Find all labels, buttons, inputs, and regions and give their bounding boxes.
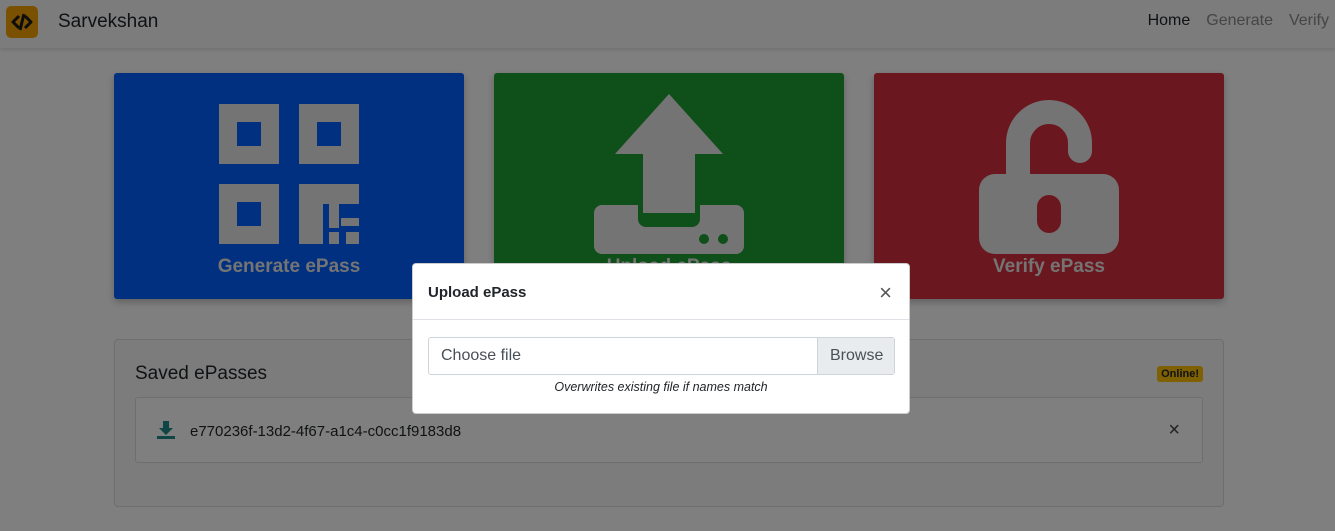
file-input[interactable]: Choose file Browse: [428, 337, 895, 375]
close-icon[interactable]: ×: [879, 282, 892, 304]
file-help-text: Overwrites existing file if names match: [554, 380, 768, 394]
file-placeholder[interactable]: Choose file: [429, 338, 817, 374]
modal-title: Upload ePass: [428, 284, 527, 301]
browse-button[interactable]: Browse: [817, 338, 894, 374]
upload-epass-modal: Upload ePass × Choose file Browse Overwr…: [412, 263, 910, 414]
modal-header: Upload ePass ×: [413, 264, 909, 320]
